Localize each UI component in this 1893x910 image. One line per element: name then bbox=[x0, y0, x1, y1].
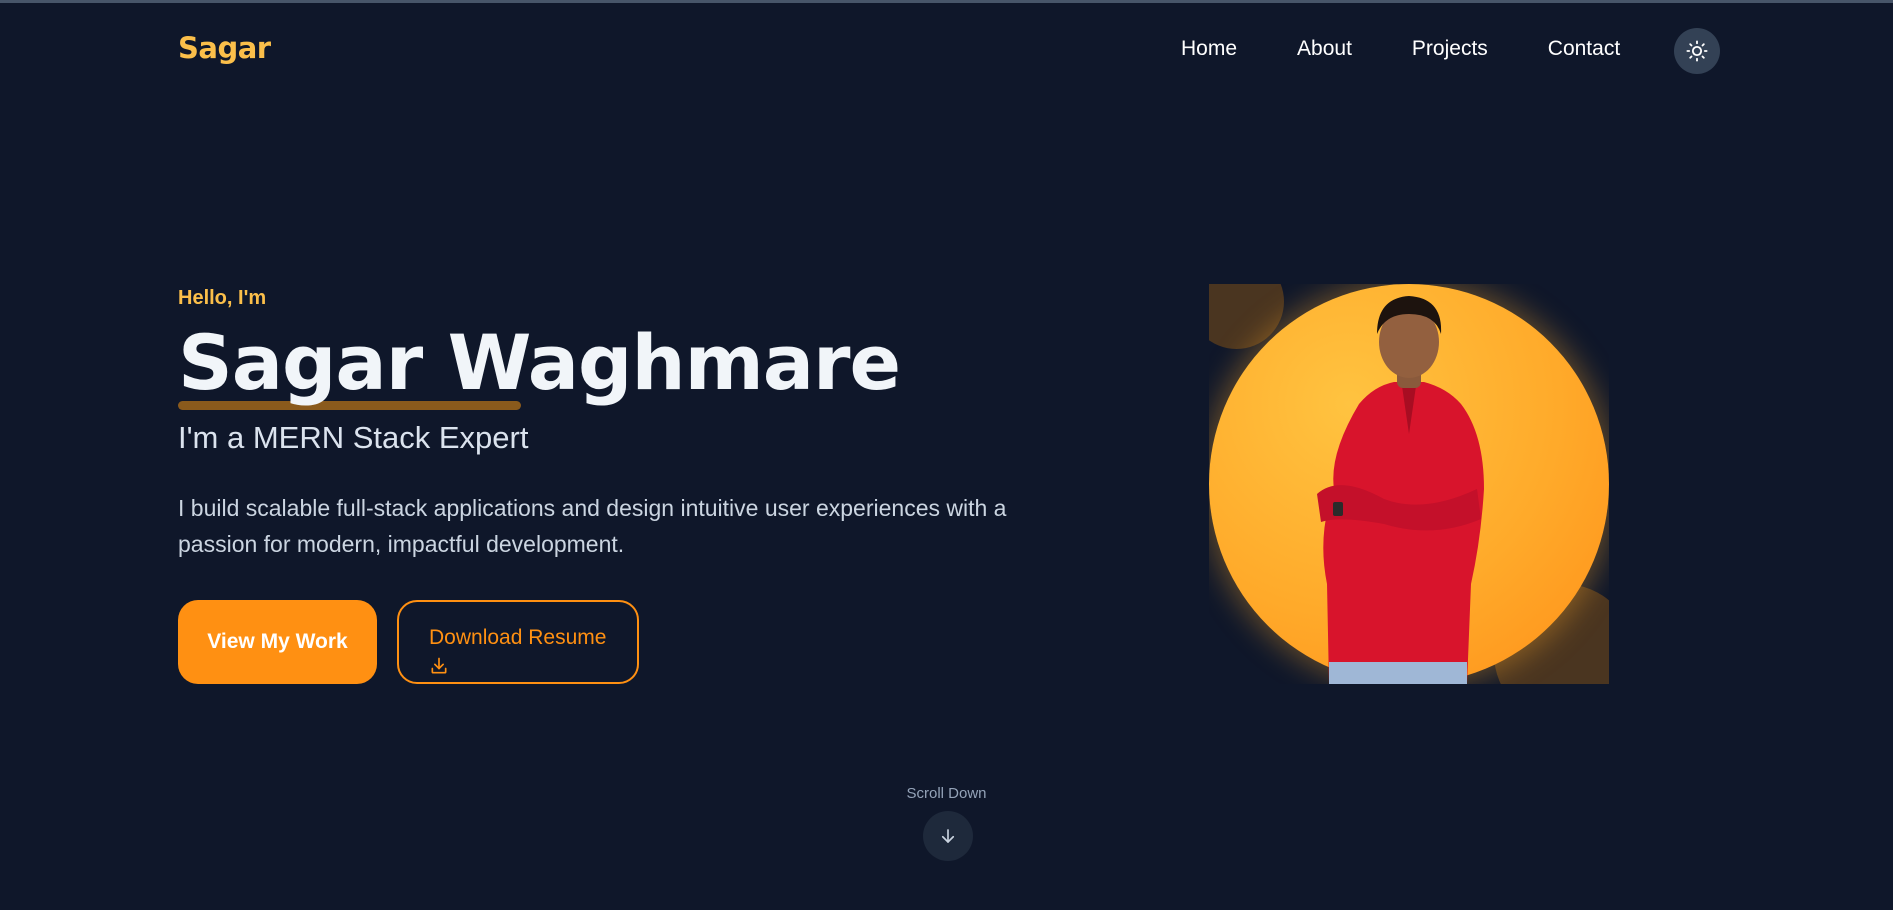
download-resume-label: Download Resume bbox=[429, 626, 607, 649]
profile-portrait bbox=[1209, 284, 1609, 684]
theme-toggle-button[interactable] bbox=[1674, 28, 1720, 74]
nav-link-home[interactable]: Home bbox=[1181, 37, 1237, 61]
sun-icon bbox=[1686, 40, 1708, 62]
download-icon bbox=[431, 657, 447, 674]
download-resume-button[interactable]: Download Resume bbox=[397, 600, 639, 684]
nav-link-contact[interactable]: Contact bbox=[1548, 37, 1620, 61]
hero-name: Sagar Waghmare bbox=[178, 318, 901, 407]
arrow-down-icon bbox=[941, 829, 955, 843]
hero-description: I build scalable full-stack applications… bbox=[178, 495, 1007, 557]
navbar: Sagar Home About Projects Contact bbox=[0, 3, 1893, 93]
person-photo bbox=[1317, 296, 1484, 684]
nav-link-about[interactable]: About bbox=[1297, 37, 1352, 61]
view-my-work-button[interactable]: View My Work bbox=[178, 600, 377, 684]
nav-link-projects[interactable]: Projects bbox=[1412, 37, 1488, 61]
hero-name-wrapper: Sagar Waghmare bbox=[178, 318, 901, 410]
hero-greeting: Hello, I'm bbox=[178, 287, 267, 309]
nav-links: Home About Projects Contact bbox=[1181, 37, 1620, 61]
scroll-down-label: Scroll Down bbox=[906, 785, 987, 802]
hero-role: I'm a MERN Stack Expert bbox=[178, 420, 529, 455]
scroll-down-button[interactable] bbox=[923, 811, 973, 861]
site-logo[interactable]: Sagar bbox=[178, 31, 271, 65]
